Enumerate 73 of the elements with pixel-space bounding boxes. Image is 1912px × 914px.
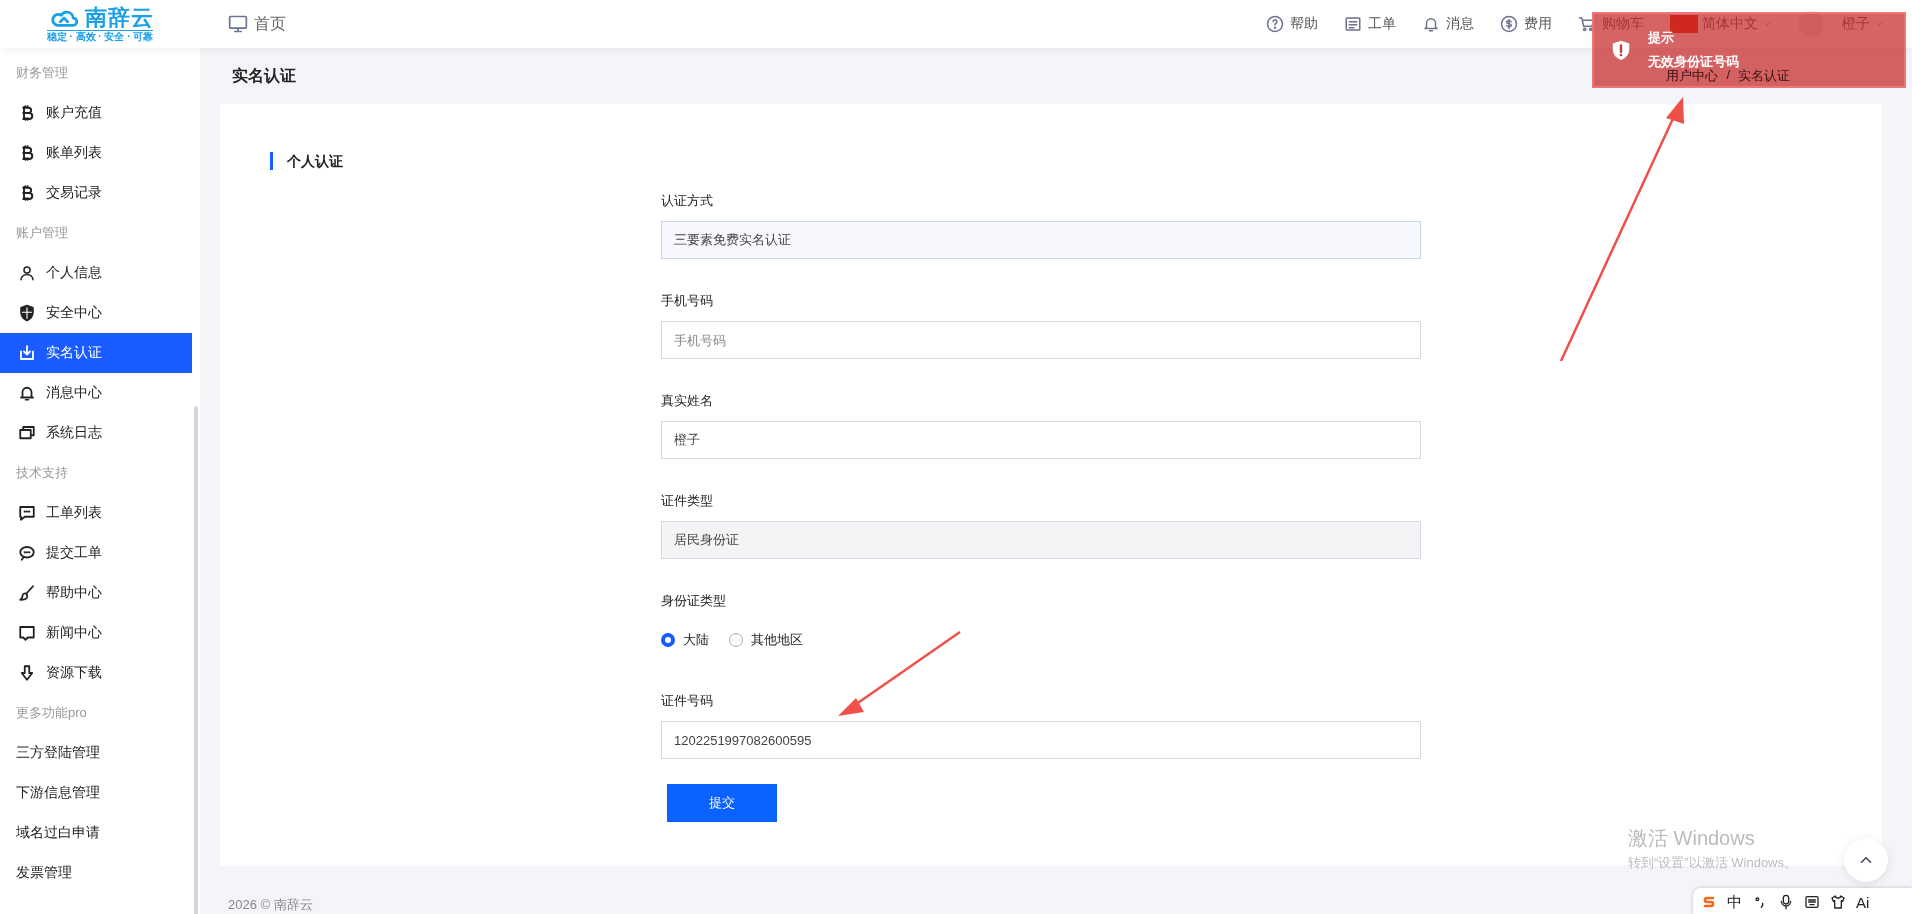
sidebar-item[interactable]: 新闻中心	[0, 613, 192, 653]
breadcrumb-item: 用户中心	[1666, 68, 1719, 85]
field-label: 证件类型	[661, 492, 714, 510]
ime-logo-icon	[1701, 894, 1717, 910]
radio-option[interactable]: 其他地区	[729, 631, 803, 649]
nav-link[interactable]: 帮助	[1266, 15, 1318, 33]
arrow-down-icon	[18, 664, 36, 682]
monitor-icon	[228, 14, 248, 34]
help-icon	[1266, 15, 1284, 33]
ai-button[interactable]: Ai	[1856, 893, 1870, 911]
sidebar-item[interactable]: 实名认证	[0, 333, 192, 373]
sidebar-item[interactable]: 下游信息管理	[0, 773, 192, 813]
sidebar-group-title: 技术支持	[15, 464, 69, 482]
logo-text: 南辞云	[84, 6, 154, 30]
dollar-icon	[1500, 15, 1518, 33]
download-box-icon	[18, 344, 36, 362]
home-link[interactable]: 首页	[228, 13, 286, 35]
input-field[interactable]: 1202251997082600595	[661, 721, 1421, 759]
sidebar-item[interactable]: 工单列表	[0, 493, 192, 533]
section-title: 个人认证	[270, 152, 343, 170]
nav-link[interactable]: 工单	[1344, 15, 1396, 33]
logo-tagline: 稳定 · 高效 · 安全 · 可靠	[46, 30, 154, 42]
sidebar-item[interactable]: 个人信息	[0, 253, 192, 293]
field-label: 真实姓名	[661, 392, 714, 410]
sidebar-item[interactable]: 提交工单	[0, 533, 192, 573]
page-title: 实名认证	[232, 65, 296, 86]
footer-text: 2026 © 南辞云	[228, 896, 313, 914]
field-label: 手机号码	[661, 292, 714, 310]
input-field[interactable]: 橙子	[661, 421, 1421, 459]
radio-option[interactable]: 大陆	[661, 631, 709, 649]
field-label: 证件号码	[661, 692, 714, 710]
nav-link[interactable]: 消息	[1422, 15, 1474, 33]
sidebar-item[interactable]: 域名过白申请	[0, 813, 192, 853]
submit-button[interactable]: 提交	[667, 784, 777, 822]
sidebar-item[interactable]: 三方登陆管理	[0, 733, 192, 773]
sidebar-item[interactable]: 交易记录	[0, 173, 192, 213]
field-label: 认证方式	[661, 192, 714, 210]
toast-message: 无效身份证号码	[1648, 53, 1739, 69]
sidebar-item[interactable]: 账单列表	[0, 133, 192, 173]
input-field[interactable]: 手机号码	[661, 321, 1421, 359]
nav-link[interactable]: 费用	[1500, 15, 1552, 33]
user-icon	[18, 264, 36, 282]
chat-icon	[18, 504, 36, 522]
scrollbar[interactable]	[194, 406, 198, 914]
message-icon	[18, 624, 36, 642]
bell-icon	[18, 384, 36, 402]
sidebar-item[interactable]: 系统日志	[0, 413, 192, 453]
keyboard-icon	[1804, 894, 1820, 910]
input-field[interactable]: 三要素免费实名认证	[661, 221, 1421, 259]
microphone-icon	[1778, 894, 1794, 910]
sidebar-item[interactable]: 资源下载	[0, 653, 192, 693]
document-icon	[1344, 15, 1362, 33]
sidebar-item[interactable]: 发票管理	[0, 853, 192, 893]
activation-title: 激活 Windows	[1628, 826, 1756, 851]
sidebar-item[interactable]: 账户充值	[0, 93, 192, 133]
breadcrumb-item: /	[1726, 67, 1730, 84]
sidebar-item[interactable]: 帮助中心	[0, 573, 192, 613]
ime-mode[interactable]: 中	[1727, 892, 1742, 912]
sidebar-group-title: 财务管理	[15, 64, 69, 82]
activation-hint: 转到“设置”以激活 Windows。	[1628, 854, 1797, 872]
shirt-icon	[1830, 894, 1846, 910]
shield-icon	[18, 304, 36, 322]
field-label: 身份证类型	[661, 592, 727, 610]
breadcrumb-item: 实名认证	[1738, 68, 1790, 85]
bell-icon	[1422, 15, 1440, 33]
brush-icon	[18, 584, 36, 602]
chat-bubble-icon	[18, 544, 36, 562]
sidebar-item[interactable]: 消息中心	[0, 373, 192, 413]
sidebar-group-title: 账户管理	[15, 224, 69, 242]
back-to-top-button[interactable]	[1844, 838, 1888, 882]
sidebar-item[interactable]: 安全中心	[0, 293, 192, 333]
toast-title: 提示	[1648, 29, 1675, 47]
sidebar-group-title: 更多功能pro	[15, 704, 88, 722]
